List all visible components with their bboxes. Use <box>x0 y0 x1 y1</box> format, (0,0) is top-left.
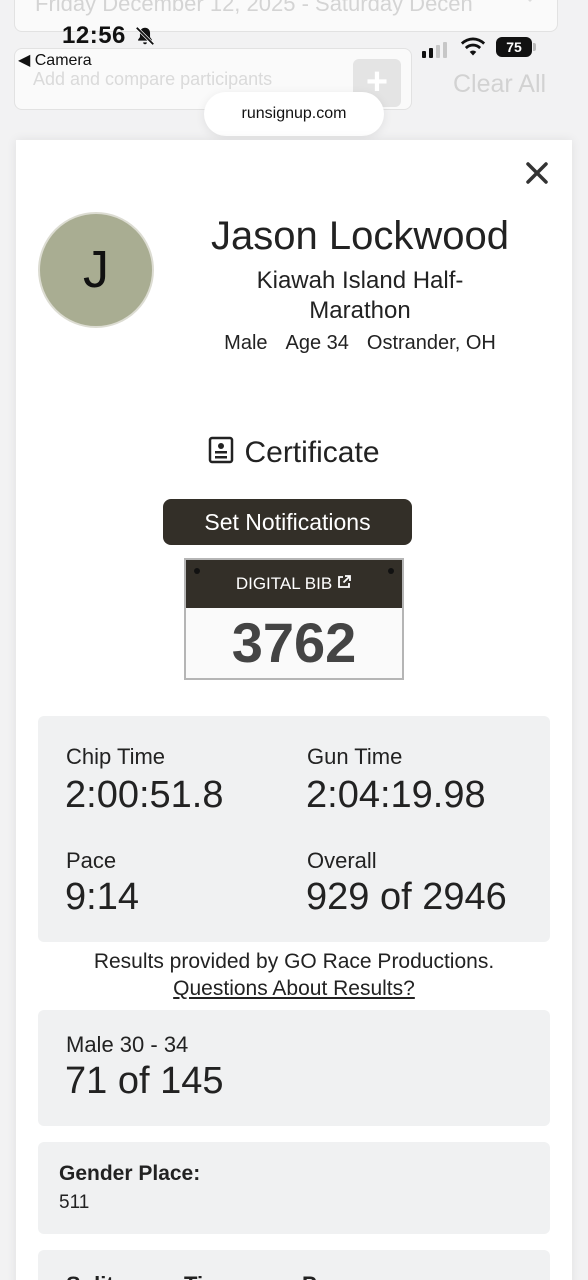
gender-place-label: Gender Place: <box>59 1162 201 1185</box>
digital-bib-header: DIGITAL BIB <box>186 560 402 608</box>
bib-number: 3762 <box>231 611 357 674</box>
avatar: J <box>38 212 154 328</box>
gender-place-panel: Gender Place: 511 <box>38 1142 550 1234</box>
splits-header-time: Time <box>184 1272 235 1280</box>
pace-label: Pace <box>66 848 117 873</box>
url-bar[interactable]: runsignup.com <box>204 92 384 136</box>
certificate-label: Certificate <box>244 436 380 469</box>
status-time: 12:56 <box>62 22 126 49</box>
chevron-down-icon <box>521 0 539 2</box>
compare-participants-placeholder: Add and compare participants <box>33 69 273 89</box>
chip-time-value: 2:00:51.8 <box>65 774 224 816</box>
bib-pin-icon <box>194 568 200 574</box>
battery-icon: 75 <box>496 37 536 57</box>
division-place-value: 71 of 145 <box>65 1060 224 1102</box>
gender-place-value: 511 <box>59 1192 90 1213</box>
cellular-signal-icon <box>422 40 447 58</box>
participant-meta: Male Age 34 Ostrander, OH <box>176 332 544 355</box>
gun-time-label: Gun Time <box>307 744 403 769</box>
bib-pin-icon <box>388 568 394 574</box>
digital-bib-label: DIGITAL BIB <box>235 574 333 593</box>
participant-age: Age 34 <box>285 332 349 354</box>
clear-all-button[interactable]: Clear All <box>453 70 546 99</box>
certificate-icon <box>209 436 234 464</box>
wifi-icon <box>460 37 486 56</box>
questions-about-results-link[interactable]: Questions About Results? <box>16 975 572 1002</box>
back-to-camera-link[interactable]: ◀ Camera <box>18 50 92 70</box>
result-times-panel: Chip Time 2:00:51.8 Gun Time 2:04:19.98 … <box>38 716 550 942</box>
close-icon[interactable] <box>524 160 550 186</box>
splits-table: Split Time Pace <box>38 1250 550 1280</box>
set-notifications-button[interactable]: Set Notifications <box>163 499 412 545</box>
overall-value: 929 of 2946 <box>306 876 507 918</box>
event-name: Kiawah Island Half-Marathon <box>256 267 464 324</box>
gun-time-value: 2:04:19.98 <box>306 774 486 816</box>
participant-location: Ostrander, OH <box>366 332 496 354</box>
bell-muted-icon <box>135 26 155 46</box>
results-provider: Results provided by GO Race Productions.… <box>16 948 572 1002</box>
splits-header-split: Split <box>66 1272 114 1280</box>
participant-gender: Male <box>224 332 268 354</box>
participant-name: Jason Lockwood <box>211 214 509 258</box>
date-select-value: Friday December 12, 2025 - Saturday Dece… <box>35 0 473 16</box>
certificate-link[interactable]: Certificate <box>16 436 572 470</box>
external-link-icon <box>338 575 352 588</box>
pace-value: 9:14 <box>65 876 139 918</box>
results-provider-text: Results provided by GO Race Productions. <box>93 950 495 973</box>
splits-header-pace: Pace <box>302 1272 353 1280</box>
division-place-panel: Male 30 - 34 71 of 145 <box>38 1010 550 1126</box>
participant-result-modal: J Jason Lockwood Kiawah Island Half-Mara… <box>16 140 572 1280</box>
chip-time-label: Chip Time <box>66 744 166 769</box>
digital-bib[interactable]: DIGITAL BIB 3762 <box>184 558 404 680</box>
overall-label: Overall <box>307 848 377 873</box>
division-label: Male 30 - 34 <box>66 1032 189 1057</box>
